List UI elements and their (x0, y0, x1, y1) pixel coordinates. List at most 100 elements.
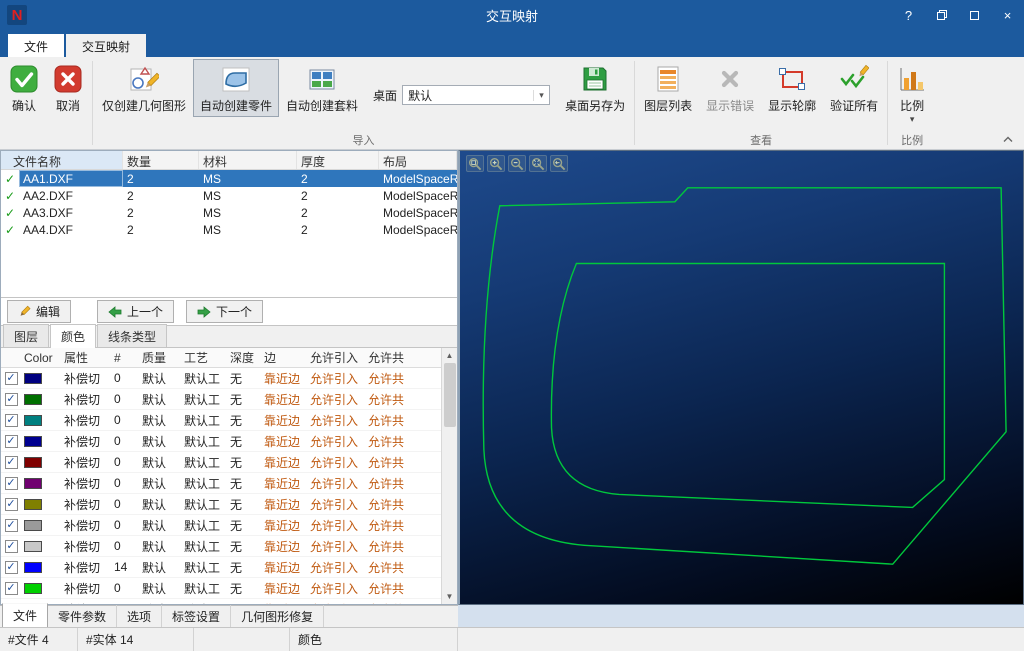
color-row[interactable]: ✓补偿切0默认默认工无靠近边允许引入允许共 (1, 452, 441, 473)
desktop-combobox[interactable]: 默认 ▾ (402, 85, 551, 105)
col-header-leadin[interactable]: 允许引入 (307, 349, 365, 366)
color-depth: 无 (227, 601, 261, 605)
zoom-window-button[interactable] (466, 155, 484, 172)
col-header-number[interactable]: # (111, 351, 139, 365)
show-errors-button[interactable]: 显示错误 (699, 59, 761, 117)
file-layout: ModelSpaceRec (379, 170, 457, 187)
color-attribute: 补偿切 (64, 434, 101, 449)
color-row[interactable]: ✓补偿切0默认默认工无靠近边允许引入允许共 (1, 599, 441, 604)
desktop-cluster: 桌面 默认 ▾ (373, 59, 551, 131)
file-row[interactable]: ✓ AA4.DXF 2 MS 2 ModelSpaceRec (1, 221, 457, 238)
zoom-in-button[interactable] (487, 155, 505, 172)
create-geometry-only-button[interactable]: 仅创建几何图形 (95, 59, 193, 117)
color-row[interactable]: ✓补偿切0默认默认工无靠近边允许引入允许共 (1, 389, 441, 410)
color-row-checkbox[interactable]: ✓ (4, 434, 18, 448)
color-row-checkbox[interactable]: ✓ (4, 581, 18, 595)
scroll-down-icon[interactable]: ▼ (446, 589, 454, 604)
col-header-attribute[interactable]: 属性 (61, 349, 111, 366)
next-button[interactable]: 下一个 (186, 300, 264, 323)
color-row[interactable]: ✓补偿切0默认默认工无靠近边允许引入允许共 (1, 368, 441, 389)
zoom-previous-button[interactable] (550, 155, 568, 172)
save-desktop-as-label: 桌面另存为 (565, 99, 626, 113)
bottom-tab-geometry-repair[interactable]: 几何图形修复 (231, 604, 325, 629)
auto-create-nest-button[interactable]: 自动创建套料 (279, 59, 365, 117)
color-table-scrollbar[interactable]: ▲ ▼ (441, 348, 457, 604)
col-header-process[interactable]: 工艺 (181, 349, 227, 366)
col-header-depth[interactable]: 深度 (227, 349, 261, 366)
edit-button[interactable]: 编辑 (7, 300, 72, 323)
color-row-checkbox[interactable]: ✓ (4, 476, 18, 490)
file-row[interactable]: ✓ AA2.DXF 2 MS 2 ModelSpaceRec (1, 187, 457, 204)
color-row[interactable]: ✓补偿切0默认默认工无靠近边允许引入允许共 (1, 494, 441, 515)
color-row[interactable]: ✓补偿切0默认默认工无靠近边允许引入允许共 (1, 410, 441, 431)
color-row-checkbox[interactable]: ✓ (4, 371, 18, 385)
auto-create-part-button[interactable]: 自动创建零件 (193, 59, 280, 117)
cad-viewport[interactable] (458, 150, 1024, 605)
help-button[interactable]: ? (892, 0, 925, 30)
color-row[interactable]: ✓补偿切0默认默认工无靠近边允许引入允许共 (1, 536, 441, 557)
color-row[interactable]: ✓补偿切0默认默认工无靠近边允许引入允许共 (1, 473, 441, 494)
file-thickness: 2 (301, 188, 308, 203)
save-floppy-icon (580, 64, 610, 94)
maximize-button[interactable] (958, 0, 991, 30)
col-header-color[interactable]: Color (21, 351, 61, 365)
scale-button[interactable]: 比例 ▾ (890, 59, 934, 126)
scroll-up-icon[interactable]: ▲ (446, 348, 454, 363)
color-row-checkbox[interactable]: ✓ (4, 539, 18, 553)
bottom-tab-label-settings[interactable]: 标签设置 (162, 604, 232, 629)
color-row-checkbox[interactable]: ✓ (4, 497, 18, 511)
tab-interactive-mapping[interactable]: 交互映射 (66, 34, 147, 57)
zoom-window-icon (468, 157, 482, 170)
bottom-tab-file[interactable]: 文件 (2, 603, 49, 629)
col-header-quality[interactable]: 质量 (139, 349, 181, 366)
col-header-thickness[interactable]: 厚度 (297, 151, 379, 169)
color-row[interactable]: ✓补偿切0默认默认工无靠近边允许引入允许共 (1, 431, 441, 452)
color-row-checkbox[interactable]: ✓ (4, 413, 18, 427)
color-row-checkbox[interactable]: ✓ (4, 455, 18, 469)
bottom-tab-options[interactable]: 选项 (117, 604, 163, 629)
col-header-layout[interactable]: 布局 (379, 151, 457, 169)
layer-list-button[interactable]: 图层列表 (637, 59, 699, 117)
col-header-edge[interactable]: 边 (261, 349, 307, 366)
confirm-button[interactable]: 确认 (2, 59, 46, 117)
col-header-common[interactable]: 允许共 (365, 349, 441, 366)
save-desktop-as-button[interactable]: 桌面另存为 (558, 59, 632, 117)
color-leadin: 允许引入 (310, 497, 359, 512)
file-ok-icon: ✓ (4, 188, 16, 203)
file-row[interactable]: ✓ AA3.DXF 2 MS 2 ModelSpaceRec (1, 204, 457, 221)
color-common: 允许共 (368, 371, 405, 386)
color-row[interactable]: ✓补偿切0默认默认工无靠近边允许引入允许共 (1, 578, 441, 599)
color-row[interactable]: ✓补偿切0默认默认工无靠近边允许引入允许共 (1, 515, 441, 536)
color-leadin: 允许引入 (310, 371, 359, 386)
show-contours-button[interactable]: 显示轮廓 (761, 59, 823, 117)
previous-button[interactable]: 上一个 (97, 300, 175, 323)
color-process: 默认工 (184, 476, 221, 491)
col-header-filename[interactable]: 文件名称 (1, 151, 123, 169)
subtab-linetype[interactable]: 线条类型 (97, 324, 168, 347)
file-row[interactable]: ✓AA1.DXF2MS2ModelSpaceRec (1, 170, 457, 187)
subtab-color[interactable]: 颜色 (50, 324, 97, 348)
part-shape-icon (221, 64, 251, 94)
restore-button[interactable] (925, 0, 958, 30)
tab-file[interactable]: 文件 (8, 34, 65, 57)
col-header-quantity[interactable]: 数量 (123, 151, 199, 169)
verify-all-button[interactable]: 验证所有 (823, 59, 885, 117)
color-row-checkbox[interactable]: ✓ (4, 560, 18, 574)
file-name: AA3.DXF (23, 205, 74, 220)
color-row-checkbox[interactable]: ✓ (4, 392, 18, 406)
zoom-extents-button[interactable] (529, 155, 547, 172)
subtab-layer[interactable]: 图层 (3, 324, 50, 347)
cancel-button[interactable]: 取消 (46, 59, 90, 117)
auto-create-nest-label: 自动创建套料 (286, 99, 359, 113)
ribbon-collapse-button[interactable] (999, 132, 1017, 146)
bottom-tab-part-parameters[interactable]: 零件参数 (48, 604, 118, 629)
color-row-checkbox[interactable]: ✓ (4, 518, 18, 532)
color-common: 允许共 (368, 497, 405, 512)
color-leadin: 允许引入 (310, 476, 359, 491)
color-row[interactable]: ✓ 补偿切 14 默认 默认工无 靠近边 允许引入 允许共 (1, 557, 441, 578)
color-swatch (24, 436, 42, 448)
col-header-material[interactable]: 材料 (199, 151, 297, 169)
close-button[interactable]: × (991, 0, 1024, 30)
scrollbar-thumb[interactable] (443, 363, 456, 427)
zoom-out-button[interactable] (508, 155, 526, 172)
